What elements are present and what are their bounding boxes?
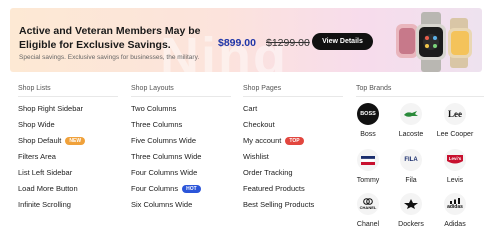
menu-link[interactable]: Wishlist bbox=[243, 152, 269, 161]
menu-link-label: Shop Right Sidebar bbox=[18, 104, 84, 113]
column-title: Shop Layouts bbox=[131, 85, 174, 92]
menu-link-label: Checkout bbox=[243, 120, 275, 129]
menu-link-label: Four Columns bbox=[131, 184, 179, 193]
levis-logo-icon[interactable]: Levi's bbox=[444, 149, 466, 171]
menu-link-label: Two Columns bbox=[131, 104, 177, 113]
column-title: Shop Lists bbox=[18, 85, 51, 92]
menu-link[interactable]: Featured Products bbox=[243, 184, 305, 193]
menu-link[interactable]: List Left Sidebar bbox=[18, 168, 72, 177]
view-details-button[interactable]: View Details bbox=[312, 33, 373, 50]
fila-logo-icon[interactable]: FILA bbox=[400, 149, 422, 171]
menu-link-label: Five Columns Wide bbox=[131, 136, 197, 145]
boss-logo-text: BOSS bbox=[360, 111, 376, 117]
menu-link-label: Shop Default bbox=[18, 136, 62, 145]
menu-link-label: Wishlist bbox=[243, 152, 269, 161]
promo-subtitle: Special savings. Exclusive savings for b… bbox=[19, 54, 200, 61]
menu-link-label: My account bbox=[243, 136, 282, 145]
column-title: Shop Pages bbox=[243, 85, 282, 92]
dockers-logo-icon[interactable] bbox=[400, 193, 422, 215]
adidas-logo-icon[interactable]: adidas bbox=[444, 193, 466, 215]
fila-logo-text: FILA bbox=[404, 157, 418, 163]
menu-link[interactable]: Order Tracking bbox=[243, 168, 293, 177]
menu-link-label: Best Selling Products bbox=[243, 200, 315, 209]
chanel-logo-icon[interactable]: CHANEL bbox=[357, 193, 379, 215]
menu-link[interactable]: Checkout bbox=[243, 120, 275, 129]
column-divider bbox=[243, 96, 343, 97]
adidas-logo-text: adidas bbox=[447, 204, 463, 210]
menu-link-label: Three Columns bbox=[131, 120, 183, 129]
menu-link[interactable]: Shop Default NEW bbox=[18, 136, 86, 145]
column-divider bbox=[18, 96, 118, 97]
brand-name[interactable]: Adidas bbox=[425, 221, 485, 228]
levis-logo-text: Levi's bbox=[449, 156, 462, 161]
lee-logo-icon[interactable]: Lee bbox=[444, 103, 466, 125]
menu-badge: HOT bbox=[182, 184, 201, 193]
menu-link-label: Six Columns Wide bbox=[131, 200, 193, 209]
menu-link[interactable]: Shop Right Sidebar bbox=[18, 104, 83, 113]
menu-link[interactable]: Two Columns bbox=[131, 104, 176, 113]
menu-link[interactable]: Four Columns HOT bbox=[131, 184, 201, 193]
menu-link[interactable]: Five Columns Wide bbox=[131, 136, 196, 145]
menu-link-label: Infinite Scrolling bbox=[18, 200, 71, 209]
boss-logo-icon[interactable]: BOSS bbox=[357, 103, 379, 125]
menu-badge: NEW bbox=[65, 136, 86, 145]
menu-link[interactable]: Cart bbox=[243, 104, 257, 113]
menu-link[interactable]: My account TOP bbox=[243, 136, 304, 145]
chanel-logo-text: CHANEL bbox=[359, 205, 377, 210]
menu-link[interactable]: Three Columns bbox=[131, 120, 182, 129]
menu-link-label: Featured Products bbox=[243, 184, 305, 193]
menu-badge: TOP bbox=[285, 136, 304, 145]
menu-link[interactable]: Shop Wide bbox=[18, 120, 55, 129]
brands-divider bbox=[356, 96, 484, 97]
menu-link[interactable]: Four Columns Wide bbox=[131, 168, 197, 177]
brands-title: Top Brands bbox=[356, 85, 392, 92]
menu-link[interactable]: Infinite Scrolling bbox=[18, 200, 71, 209]
column-divider bbox=[131, 96, 231, 97]
promo-banner: Ning Active and Veteran Members May be E… bbox=[10, 8, 482, 72]
menu-link-label: Filters Area bbox=[18, 152, 56, 161]
menu-link[interactable]: Filters Area bbox=[18, 152, 56, 161]
menu-link[interactable]: Best Selling Products bbox=[243, 200, 314, 209]
menu-link[interactable]: Load More Button bbox=[18, 184, 78, 193]
menu-link-label: Cart bbox=[243, 104, 258, 113]
brand-name[interactable]: Lee Cooper bbox=[425, 131, 485, 138]
menu-link-label: Four Columns Wide bbox=[131, 168, 198, 177]
tommy-logo-icon[interactable] bbox=[357, 149, 379, 171]
menu-link-label: Load More Button bbox=[18, 184, 78, 193]
price-current: $899.00 bbox=[218, 37, 256, 49]
menu-link-label: Shop Wide bbox=[18, 120, 55, 129]
menu-link-label: Order Tracking bbox=[243, 168, 293, 177]
menu-link-label: List Left Sidebar bbox=[18, 168, 73, 177]
smartwatch-image bbox=[396, 12, 472, 72]
lee-logo-text: Lee bbox=[448, 109, 462, 119]
brand-name[interactable]: Levis bbox=[425, 177, 485, 184]
menu-link[interactable]: Six Columns Wide bbox=[131, 200, 192, 209]
menu-link[interactable]: Three Columns Wide bbox=[131, 152, 201, 161]
menu-link-label: Three Columns Wide bbox=[131, 152, 202, 161]
price-original: $1299.00 bbox=[266, 37, 310, 49]
lacoste-logo-icon[interactable] bbox=[400, 103, 422, 125]
promo-title: Active and Veteran Members May be Eligib… bbox=[19, 25, 201, 51]
